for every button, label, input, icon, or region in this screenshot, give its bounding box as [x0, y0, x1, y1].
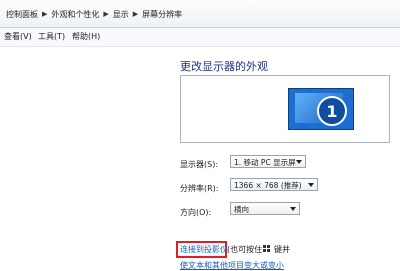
- display-label: 显示器(S):: [180, 160, 219, 169]
- resolution-label: 分辨率(R):: [180, 184, 219, 193]
- chevron-down-icon: [308, 183, 314, 187]
- breadcrumb-item[interactable]: 显示: [111, 9, 131, 20]
- menu-tools[interactable]: 工具(T): [38, 31, 65, 42]
- display-select[interactable]: 1. 移动 PC 显示屏: [230, 155, 306, 168]
- orientation-select[interactable]: 横向: [230, 202, 300, 215]
- breadcrumb: 控制面板 ▶ 外观和个性化 ▶ 显示 ▶ 屏幕分辨率: [4, 7, 184, 21]
- windows-key-icon: [263, 245, 271, 253]
- breadcrumb-item[interactable]: 屏幕分辨率: [140, 9, 184, 20]
- display-select-value: 1. 移动 PC 显示屏: [234, 158, 296, 167]
- resolution-select[interactable]: 1366 × 768 (推荐): [230, 178, 318, 191]
- orientation-select-value: 横向: [234, 205, 249, 214]
- address-bar[interactable]: 控制面板 ▶ 外观和个性化 ▶ 显示 ▶ 屏幕分辨率: [0, 0, 400, 28]
- menu-view[interactable]: 查看(V): [4, 31, 32, 42]
- menu-help[interactable]: 帮助(H): [72, 31, 100, 42]
- chevron-down-icon: [290, 207, 296, 211]
- connect-projector-link[interactable]: 连接到投影仪: [180, 244, 228, 255]
- chevron-right-icon[interactable]: ▶: [40, 10, 49, 18]
- monitor-screen: 1: [295, 93, 347, 126]
- orientation-label: 方向(O):: [180, 208, 212, 217]
- chevron-down-icon: [296, 160, 302, 164]
- projector-hint-text: (也可按住: [227, 245, 263, 254]
- menu-bar: 查看(V) 工具(T) 帮助(H): [0, 28, 400, 47]
- monitor-preview: 1: [180, 75, 390, 143]
- text-size-link[interactable]: 使文本和其他项目变大或变小: [180, 260, 284, 271]
- resolution-select-value: 1366 × 768 (推荐): [234, 181, 302, 190]
- page-title: 更改显示器的外观: [180, 60, 268, 73]
- chevron-right-icon[interactable]: ▶: [101, 10, 110, 18]
- monitor-number-badge: 1: [317, 96, 347, 126]
- breadcrumb-item[interactable]: 外观和个性化: [49, 9, 101, 20]
- projector-hint-text-2: 键并: [274, 245, 290, 254]
- chevron-right-icon[interactable]: ▶: [131, 10, 140, 18]
- monitor-icon[interactable]: 1: [288, 88, 354, 130]
- breadcrumb-item[interactable]: 控制面板: [4, 9, 40, 20]
